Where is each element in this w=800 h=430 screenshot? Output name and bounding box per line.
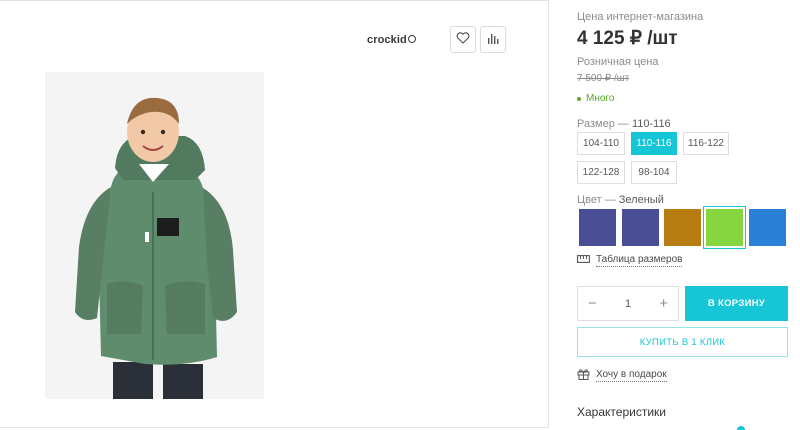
add-to-cart-button[interactable]: В КОРЗИНУ [685, 286, 788, 321]
product-gallery: crockid [0, 0, 549, 428]
size-option[interactable]: 122-128 [577, 161, 625, 184]
price-label: Цена интернет-магазина [577, 11, 704, 23]
color-swatch[interactable] [579, 209, 616, 246]
color-swatch-selected[interactable] [703, 206, 746, 249]
brand-logo: crockid [367, 34, 416, 46]
stock-dot-icon [577, 96, 581, 101]
price-value: 4 125 ₽ /шт [577, 28, 678, 49]
ruler-icon [577, 255, 590, 266]
size-option[interactable]: 116-122 [683, 132, 729, 155]
product-photo[interactable] [45, 72, 264, 399]
size-table-link[interactable]: Таблица размеров [577, 254, 683, 267]
increase-button[interactable]: + [659, 296, 668, 311]
stock-status: Много [577, 93, 614, 104]
specs-indicator [737, 426, 745, 430]
size-label: Размер — 110-116 [577, 118, 671, 130]
product-page: crockid Цена интернет-магазина 4 125 ₽ /… [0, 0, 800, 430]
decrease-button[interactable]: − [588, 296, 597, 311]
color-swatch[interactable] [664, 209, 701, 246]
size-option-selected[interactable]: 110-116 [631, 132, 677, 155]
color-swatch[interactable] [622, 209, 659, 246]
bar-chart-icon [487, 31, 499, 49]
size-option[interactable]: 104-110 [577, 132, 625, 155]
favorite-button[interactable] [450, 26, 476, 53]
gift-wish-link[interactable]: Хочу в подарок [577, 368, 667, 383]
color-label: Цвет — Зеленый [577, 194, 664, 206]
gift-icon [577, 368, 590, 383]
quantity-stepper[interactable]: − 1 + [577, 286, 679, 321]
specs-section-title[interactable]: Характеристики [577, 405, 666, 419]
heart-icon [456, 31, 470, 49]
compare-button[interactable] [480, 26, 506, 53]
buy-one-click-button[interactable]: КУПИТЬ В 1 КЛИК [577, 327, 788, 357]
retail-price-value: 7 500 ₽ /шт [577, 73, 630, 84]
color-swatch[interactable] [749, 209, 786, 246]
quantity-value[interactable]: 1 [625, 298, 631, 310]
size-option[interactable]: 98-104 [631, 161, 677, 184]
retail-price-label: Розничная цена [577, 56, 659, 68]
